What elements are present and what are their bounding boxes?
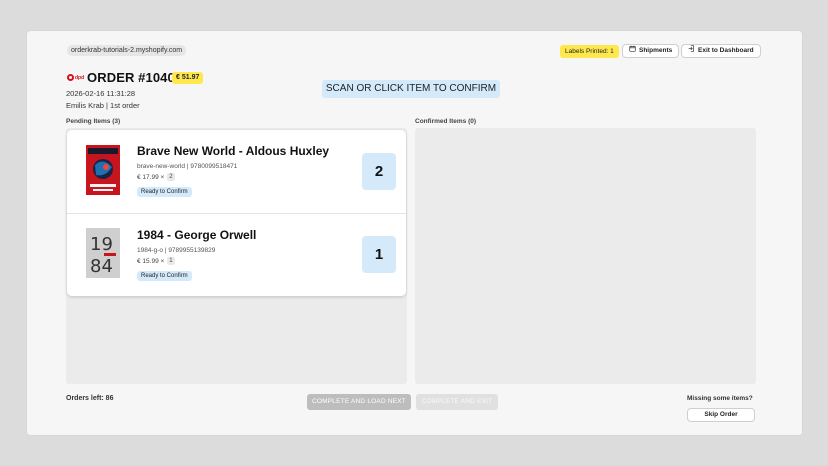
labels-printed-badge: Labels Printed: 1 xyxy=(560,45,619,58)
item-price: € 17.99 × 2 xyxy=(137,173,175,181)
scan-banner: SCAN OR CLICK ITEM TO CONFIRM xyxy=(322,80,500,98)
item-sku: brave-new-world | 9780099518471 xyxy=(137,163,238,170)
exit-to-dashboard-button[interactable]: Exit to Dashboard xyxy=(681,44,761,58)
order-title: ORDER #1040 xyxy=(87,70,175,85)
book-cover-image xyxy=(86,145,120,195)
complete-and-exit-button[interactable]: COMPLETE AND EXIT xyxy=(416,394,498,410)
svg-text:84: 84 xyxy=(90,256,113,277)
carrier-logo: dpd xyxy=(67,72,85,83)
carrier-name: dpd xyxy=(75,74,85,81)
skip-order-button[interactable]: Skip Order xyxy=(687,408,755,422)
calendar-icon xyxy=(629,45,636,57)
shipments-label: Shipments xyxy=(639,47,673,54)
item-quantity-box[interactable]: 2 xyxy=(362,153,396,190)
exit-label: Exit to Dashboard xyxy=(698,47,754,54)
item-sku: 1984-g-o | 9789955139829 xyxy=(137,247,216,254)
orders-left-count: Orders left: 86 xyxy=(66,395,114,402)
book-cover-image: 19 84 xyxy=(86,228,120,278)
item-quantity-box[interactable]: 1 xyxy=(362,236,396,273)
list-item[interactable]: 19 84 1984 - George Orwell 1984-g-o | 97… xyxy=(67,214,406,296)
confirmed-items-area xyxy=(415,128,756,384)
item-price-text: € 15.99 × xyxy=(137,257,165,265)
order-panel: orderkrab-tutorials-2.myshopify.com Labe… xyxy=(27,31,802,435)
list-item[interactable]: Brave New World - Aldous Huxley brave-ne… xyxy=(67,130,406,213)
pending-items-list: Brave New World - Aldous Huxley brave-ne… xyxy=(67,130,406,296)
status-badge: Ready to Confirm xyxy=(137,187,192,197)
status-badge: Ready to Confirm xyxy=(137,271,192,281)
missing-items-label: Missing some items? xyxy=(687,395,753,402)
complete-and-load-next-button[interactable]: COMPLETE AND LOAD NEXT xyxy=(307,394,411,410)
customer-info: Emilis Krab | 1st order xyxy=(66,101,140,110)
order-date: 2026-02-16 11:31:28 xyxy=(66,89,136,98)
store-domain-badge: orderkrab-tutorials-2.myshopify.com xyxy=(67,45,187,56)
item-price: € 15.99 × 1 xyxy=(137,257,175,265)
dpd-icon xyxy=(67,74,74,81)
order-total-badge: € 51.97 xyxy=(172,72,204,84)
item-qty-chip: 2 xyxy=(167,173,175,181)
svg-text:19: 19 xyxy=(90,234,113,255)
confirmed-items-header: Confirmed Items (0) xyxy=(415,118,477,125)
item-qty-chip: 1 xyxy=(167,257,175,265)
item-title: Brave New World - Aldous Huxley xyxy=(137,144,330,158)
item-price-text: € 17.99 × xyxy=(137,173,165,181)
item-title: 1984 - George Orwell xyxy=(137,228,257,242)
exit-icon xyxy=(688,45,695,57)
shipments-button[interactable]: Shipments xyxy=(622,44,680,58)
pending-items-header: Pending Items (3) xyxy=(66,118,121,125)
